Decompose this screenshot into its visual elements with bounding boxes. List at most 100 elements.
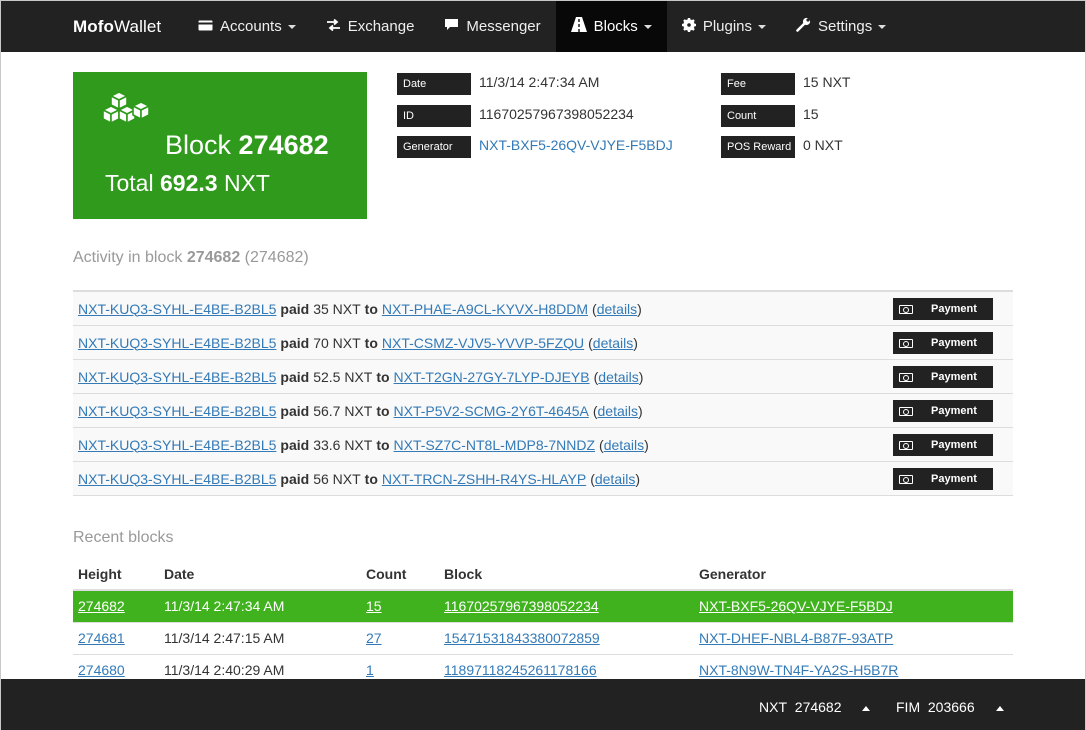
money-icon [899,304,913,314]
generator-link[interactable]: NXT-BXF5-26QV-VJYE-F5BDJ [479,137,673,153]
activity-row: NXT-KUQ3-SYHL-E4BE-B2BL5 paid 56.7 NXT t… [73,394,1013,428]
details-link[interactable]: details [604,437,644,453]
money-icon [899,372,913,382]
block-id-link[interactable]: 11670257967398052234 [444,598,599,614]
gear-icon [681,17,696,36]
details-link[interactable]: details [595,471,635,487]
nav-settings[interactable]: Settings [781,1,901,52]
nav-exchange[interactable]: Exchange [311,1,430,52]
column-header-date[interactable]: Date [159,559,361,591]
activity-row: NXT-KUQ3-SYHL-E4BE-B2BL5 paid 56 NXT to … [73,462,1013,496]
top-navbar: Mofo Wallet Accounts Exchange Messenger B… [1,1,1085,52]
details-link[interactable]: details [593,335,633,351]
amount-text: 56.7 NXT [313,402,373,419]
block-total-amount: Total 692.3 NXT [105,170,270,196]
chevron-down-icon [758,24,767,29]
payment-badge[interactable]: Payment [893,332,993,354]
block-summary-box: Block 274682 Total 692.3 NXT [73,72,367,219]
to-label: to [364,470,378,487]
count-link[interactable]: 27 [366,630,382,646]
column-header-block[interactable]: Block [439,559,694,591]
table-header-row: Height Date Count Block Generator [73,559,1013,591]
nav-plugins[interactable]: Plugins [667,1,781,52]
to-label: to [376,436,390,453]
block-id-link[interactable]: 15471531843380072859 [444,630,600,646]
recipient-link[interactable]: NXT-PHAE-A9CL-KYVX-H8DDM [382,301,588,317]
date-value: 11/3/14 2:47:34 AM [479,74,600,90]
nav-accounts[interactable]: Accounts [183,1,311,52]
road-icon [570,17,587,36]
comment-icon [444,18,459,35]
recipient-link[interactable]: NXT-P5V2-SCMG-2Y6T-4645A [394,403,589,419]
to-label: to [376,368,390,385]
recent-blocks-title: Recent blocks [73,529,174,546]
payment-badge[interactable]: Payment [893,366,993,388]
sender-link[interactable]: NXT-KUQ3-SYHL-E4BE-B2BL5 [78,301,276,317]
column-header-height[interactable]: Height [73,559,159,591]
payment-badge[interactable]: Payment [893,434,993,456]
paid-label: paid [280,402,310,419]
nav-messenger[interactable]: Messenger [429,1,555,52]
paid-label: paid [280,470,310,487]
chevron-down-icon [287,24,296,29]
payment-badge[interactable]: Payment [893,468,993,490]
activity-row: NXT-KUQ3-SYHL-E4BE-B2BL5 paid 70 NXT to … [73,326,1013,360]
transfer-icon [326,18,341,35]
recipient-link[interactable]: NXT-TRCN-ZSHH-R4YS-HLAYP [382,471,586,487]
sender-link[interactable]: NXT-KUQ3-SYHL-E4BE-B2BL5 [78,403,276,419]
fim-block-height[interactable]: FIM 203666 [896,699,975,715]
count-label: Count [721,105,795,127]
cubes-icon [102,90,151,131]
recipient-link[interactable]: NXT-T2GN-27GY-7LYP-DJEYB [394,369,590,385]
money-icon [899,440,913,450]
paid-label: paid [280,300,310,317]
sender-link[interactable]: NXT-KUQ3-SYHL-E4BE-B2BL5 [78,369,276,385]
caret-up-icon[interactable] [996,706,1004,711]
status-footer: NXT 274682 FIM 203666 [1,679,1085,730]
sender-link[interactable]: NXT-KUQ3-SYHL-E4BE-B2BL5 [78,471,276,487]
height-link[interactable]: 274681 [78,630,125,646]
recipient-link[interactable]: NXT-SZ7C-NT8L-MDP8-7NNDZ [394,437,595,453]
caret-up-icon[interactable] [862,706,870,711]
paid-label: paid [280,368,310,385]
money-icon [899,474,913,484]
height-link[interactable]: 274682 [78,598,125,614]
column-header-count[interactable]: Count [361,559,439,591]
pos-reward-value: 0 NXT [803,137,843,153]
to-label: to [364,300,378,317]
money-icon [899,406,913,416]
date-cell: 11/3/14 2:47:34 AM [159,590,361,623]
payment-badge[interactable]: Payment [893,400,993,422]
block-id-link[interactable]: 11897118245261178166 [444,662,597,678]
table-row[interactable]: 274681 11/3/14 2:47:15 AM 27 15471531843… [73,622,1013,655]
sender-link[interactable]: NXT-KUQ3-SYHL-E4BE-B2BL5 [78,437,276,453]
height-link[interactable]: 274680 [78,662,125,678]
recent-blocks-table: Height Date Count Block Generator 274682… [73,559,1013,687]
generator-link[interactable]: NXT-8N9W-TN4F-YA2S-H5B7R [699,662,898,678]
table-row[interactable]: 274682 11/3/14 2:47:34 AM 15 11670257967… [73,590,1013,623]
count-link[interactable]: 1 [366,662,374,678]
fee-label: Fee [721,73,795,95]
details-link[interactable]: details [597,301,637,317]
chevron-down-icon [643,24,652,29]
details-link[interactable]: details [598,403,638,419]
activity-row: NXT-KUQ3-SYHL-E4BE-B2BL5 paid 52.5 NXT t… [73,360,1013,394]
nav-blocks[interactable]: Blocks [555,1,667,52]
brand-logo[interactable]: Mofo Wallet [1,1,183,52]
paid-label: paid [280,334,310,351]
recipient-link[interactable]: NXT-CSMZ-VJV5-YVVP-5FZQU [382,335,584,351]
generator-link[interactable]: NXT-BXF5-26QV-VJYE-F5BDJ [699,598,893,614]
to-label: to [364,334,378,351]
amount-text: 70 NXT [313,334,361,351]
count-link[interactable]: 15 [366,598,382,614]
column-header-generator[interactable]: Generator [694,559,1013,591]
chevron-down-icon [878,24,887,29]
sender-link[interactable]: NXT-KUQ3-SYHL-E4BE-B2BL5 [78,335,276,351]
money-icon [899,338,913,348]
amount-text: 35 NXT [313,300,361,317]
generator-label: Generator [397,136,471,158]
payment-badge[interactable]: Payment [893,298,993,320]
details-link[interactable]: details [598,369,638,385]
generator-link[interactable]: NXT-DHEF-NBL4-B87F-93ATP [699,630,893,646]
nxt-block-height[interactable]: NXT 274682 [759,699,842,715]
